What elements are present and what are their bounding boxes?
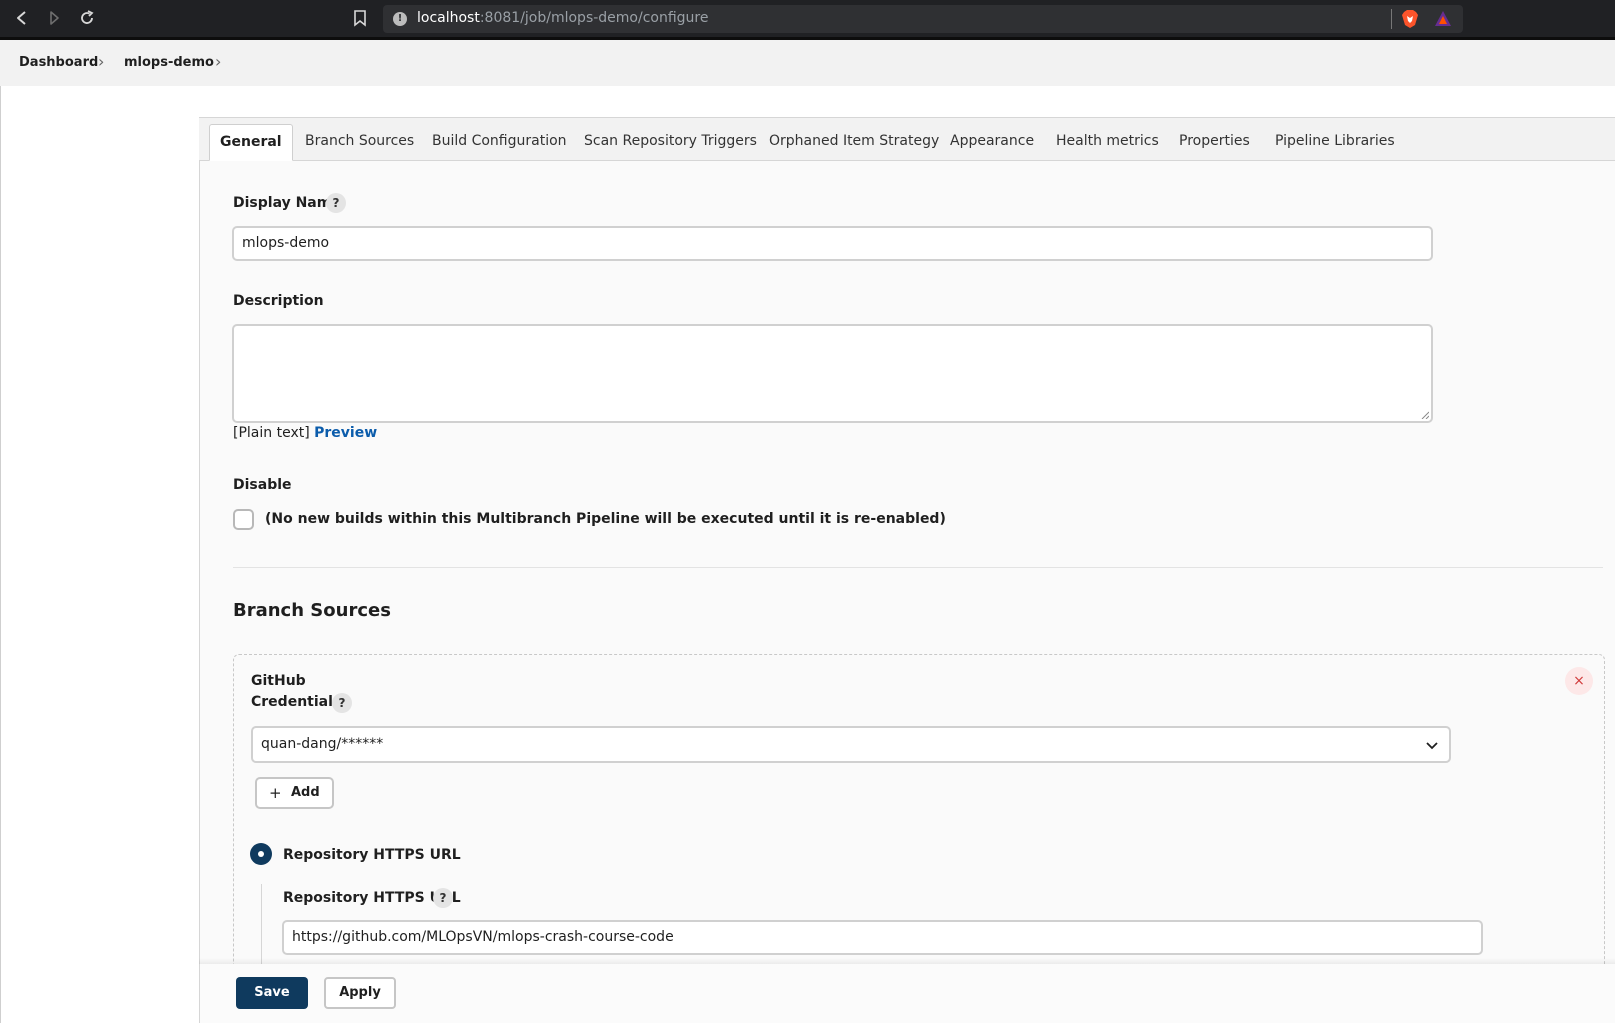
repo-url-input[interactable]: https://github.com/MLOpsVN/mlops-crash-c… (282, 920, 1483, 955)
reload-icon[interactable] (77, 8, 97, 28)
apply-button[interactable]: Apply (324, 977, 396, 1009)
tab-scan-repository-triggers[interactable]: Scan Repository Triggers (584, 133, 757, 149)
tab-health-metrics[interactable]: Health metrics (1056, 133, 1159, 149)
tab-branch-sources[interactable]: Branch Sources (305, 133, 414, 149)
format-hint: [Plain text] Preview (233, 425, 378, 441)
disable-description[interactable]: (No new builds within this Multibranch P… (265, 511, 946, 527)
display-name-label: Display Name (233, 195, 341, 211)
section-divider (233, 567, 1603, 568)
url-text: localhost:8081/job/mlops-demo/configure (417, 10, 709, 26)
description-label: Description (233, 293, 324, 309)
page-edge (0, 86, 1, 1023)
breadcrumb-job[interactable]: mlops-demo (124, 55, 214, 70)
forward-icon[interactable] (44, 8, 64, 28)
help-icon[interactable]: ? (326, 193, 346, 213)
chevron-down-icon (1426, 742, 1438, 750)
help-icon[interactable]: ? (433, 888, 453, 908)
branch-sources-title: Branch Sources (233, 600, 391, 621)
help-icon[interactable]: ? (332, 693, 352, 713)
resize-handle-icon[interactable] (1421, 411, 1429, 419)
browser-toolbar: ! localhost:8081/job/mlops-demo/configur… (0, 0, 1615, 37)
repo-https-url-radio-label[interactable]: Repository HTTPS URL (283, 847, 461, 863)
preview-link[interactable]: Preview (314, 425, 377, 441)
config-tabs: General Branch Sources Build Configurati… (199, 118, 1615, 161)
chevron-right-icon: › (98, 52, 105, 71)
tab-general[interactable]: General (209, 124, 293, 161)
display-name-input[interactable]: mlops-demo (232, 226, 1433, 261)
save-button[interactable]: Save (236, 977, 308, 1009)
source-type-label: GitHub (251, 673, 306, 689)
tab-build-configuration[interactable]: Build Configuration (432, 133, 567, 149)
description-textarea[interactable] (232, 324, 1433, 423)
disable-label: Disable (233, 477, 292, 493)
radio-selected-dot (258, 851, 264, 857)
tab-properties[interactable]: Properties (1179, 133, 1250, 149)
add-button-label: Add (291, 785, 320, 800)
tab-orphaned-item-strategy[interactable]: Orphaned Item Strategy (769, 133, 939, 149)
plus-icon: + (269, 784, 282, 802)
toolbar-separator (1391, 9, 1392, 29)
breadcrumb: Dashboard › mlops-demo › (0, 40, 1615, 86)
credentials-label: Credentials (251, 694, 342, 710)
back-icon[interactable] (12, 8, 32, 28)
brave-shield-icon[interactable] (1401, 9, 1419, 29)
site-info-icon[interactable]: ! (393, 12, 407, 26)
breadcrumb-dashboard[interactable]: Dashboard (19, 55, 98, 70)
tab-pipeline-libraries[interactable]: Pipeline Libraries (1275, 133, 1395, 149)
credentials-select[interactable]: quan-dang/****** (251, 726, 1451, 763)
address-bar[interactable]: ! localhost:8081/job/mlops-demo/configur… (383, 5, 1463, 33)
add-credentials-button[interactable]: + Add (255, 777, 334, 809)
tab-appearance[interactable]: Appearance (950, 133, 1034, 149)
repo-https-url-radio[interactable] (250, 843, 272, 865)
chevron-right-icon[interactable]: › (215, 52, 221, 71)
bottom-action-bar (199, 964, 1615, 1023)
bookmark-icon[interactable] (352, 9, 368, 27)
close-icon[interactable]: × (1565, 667, 1593, 695)
disable-checkbox[interactable] (233, 509, 254, 530)
brave-rewards-icon[interactable] (1434, 10, 1452, 28)
credentials-value: quan-dang/****** (261, 736, 384, 752)
